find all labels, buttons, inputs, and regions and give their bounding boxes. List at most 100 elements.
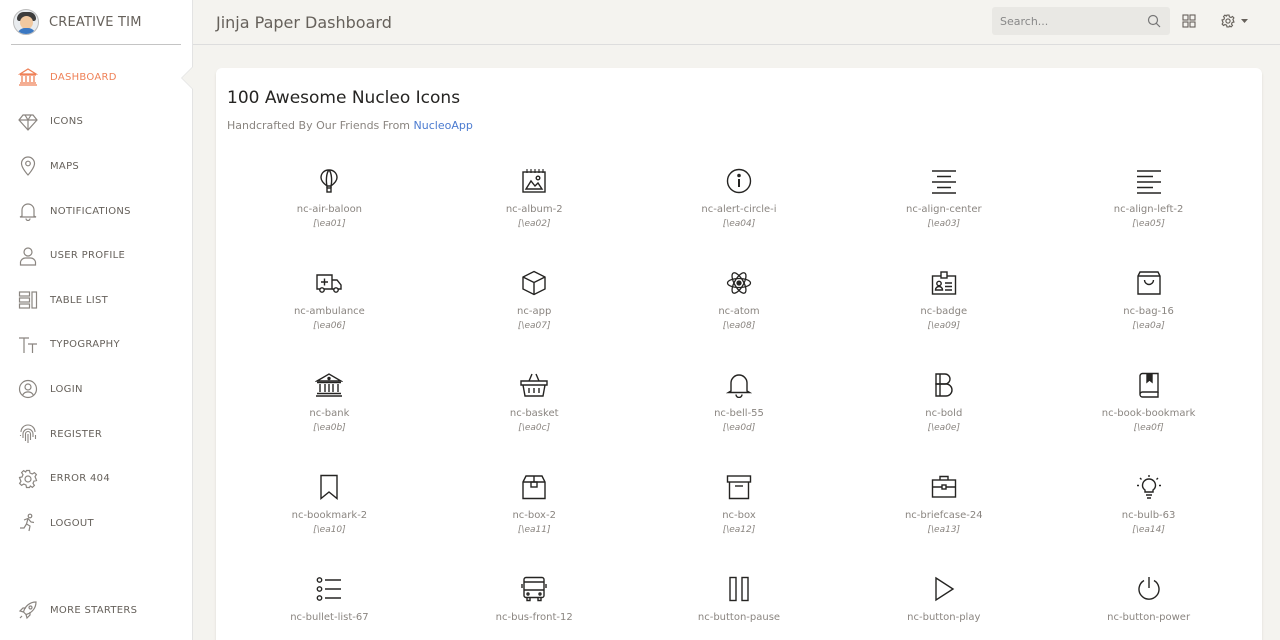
dashboard-grid-icon[interactable] <box>1182 14 1196 28</box>
sidebar-item-label: USER PROFILE <box>50 250 126 262</box>
icon-name: nc-album-2 <box>505 204 563 215</box>
icon-name: nc-bulb-63 <box>1121 510 1176 521</box>
sidebar-item-dashboard[interactable]: DASHBOARD <box>0 55 193 100</box>
search-icon[interactable] <box>1147 14 1161 28</box>
sidebar-item-icons[interactable]: ICONS <box>0 100 192 145</box>
sidebar-item-typography[interactable]: TYPOGRAPHY <box>0 323 192 368</box>
align-center-icon <box>929 166 959 196</box>
sidebar-item-label: TYPOGRAPHY <box>50 339 120 351</box>
icon-name: nc-book-bookmark <box>1101 408 1196 419</box>
pin-icon <box>18 156 38 177</box>
icon-code: [\ea07] <box>517 321 551 331</box>
icon-item-align-center[interactable]: nc-align-center [\ea03] <box>841 162 1046 264</box>
icon-item-air-baloon[interactable]: nc-air-baloon [\ea01] <box>227 162 432 264</box>
icon-name: nc-badge <box>920 306 968 317</box>
sidebar-item-notifications[interactable]: NOTIFICATIONS <box>0 189 192 234</box>
icon-name: nc-alert-circle-i <box>701 204 777 215</box>
bookmark-icon <box>314 472 344 502</box>
album-icon <box>519 166 549 196</box>
icon-item-button-pause[interactable]: nc-button-pause <box>637 570 842 640</box>
icon-item-button-play[interactable]: nc-button-play <box>841 570 1046 640</box>
icon-item-bank[interactable]: nc-bank [\ea0b] <box>227 366 432 468</box>
sidebar-item-more-starters[interactable]: MORE STARTERS <box>18 600 137 620</box>
icon-item-bus-front-12[interactable]: nc-bus-front-12 <box>432 570 637 640</box>
sidebar-item-label: LOGOUT <box>50 517 94 529</box>
card-title: 100 Awesome Nucleo Icons <box>227 88 461 108</box>
rocket-icon <box>18 600 38 620</box>
sidebar-item-label: NOTIFICATIONS <box>50 205 131 217</box>
icon-item-album-2[interactable]: nc-album-2 [\ea02] <box>432 162 637 264</box>
nucleoapp-link[interactable]: NucleoApp <box>414 119 473 132</box>
icon-code: [\ea04] <box>722 219 756 229</box>
icon-item-bold[interactable]: nc-bold [\ea0e] <box>841 366 1046 468</box>
brand[interactable]: CREATIVE TIM <box>11 0 181 45</box>
icon-item-basket[interactable]: nc-basket [\ea0c] <box>432 366 637 468</box>
atom-icon <box>724 268 754 298</box>
icon-item-app[interactable]: nc-app [\ea07] <box>432 264 637 366</box>
align-left-icon <box>1134 166 1164 196</box>
icon-code: [\ea03] <box>927 219 961 229</box>
sidebar-item-label: LOGIN <box>50 383 83 395</box>
sidebar-nav: DASHBOARD ICONS MAPS NOTIFICATIONS USER … <box>0 55 193 546</box>
sidebar-item-label: DASHBOARD <box>50 71 117 83</box>
brand-name: CREATIVE TIM <box>49 14 142 30</box>
icon-code: [\ea02] <box>517 219 551 229</box>
icon-code: [\ea11] <box>517 525 551 535</box>
icon-name: nc-bell-55 <box>714 408 764 419</box>
caps-icon <box>18 335 38 355</box>
ambulance-icon <box>314 268 344 298</box>
sidebar-item-logout[interactable]: LOGOUT <box>0 501 192 546</box>
icon-name: nc-app <box>517 306 552 317</box>
icon-name: nc-bullet-list-67 <box>290 612 369 623</box>
gear-icon <box>18 469 38 489</box>
icon-item-badge[interactable]: nc-badge [\ea09] <box>841 264 1046 366</box>
icon-item-bag-16[interactable]: nc-bag-16 [\ea0a] <box>1046 264 1251 366</box>
bell-icon <box>18 201 38 222</box>
sidebar-item-error-404[interactable]: ERROR 404 <box>0 456 192 501</box>
icon-code: [\ea0f] <box>1133 423 1164 433</box>
icon-item-ambulance[interactable]: nc-ambulance [\ea06] <box>227 264 432 366</box>
runner-icon <box>18 513 38 533</box>
sidebar: CREATIVE TIM DASHBOARD ICONS MAPS NOTIFI… <box>0 0 193 640</box>
air-baloon-icon <box>314 166 344 196</box>
bullet-list-icon <box>314 574 344 604</box>
icon-name: nc-ambulance <box>293 306 365 317</box>
icon-item-atom[interactable]: nc-atom [\ea08] <box>637 264 842 366</box>
sidebar-item-table-list[interactable]: TABLE LIST <box>0 278 192 323</box>
icon-item-alert-circle-i[interactable]: nc-alert-circle-i [\ea04] <box>637 162 842 264</box>
icon-grid: nc-air-baloon [\ea01] nc-album-2 [\ea02]… <box>227 162 1251 640</box>
icon-item-bookmark-2[interactable]: nc-bookmark-2 [\ea10] <box>227 468 432 570</box>
icon-code: [\ea06] <box>313 321 346 331</box>
briefcase-icon <box>929 472 959 502</box>
icon-code: [\ea12] <box>722 525 756 535</box>
icon-item-align-left-2[interactable]: nc-align-left-2 [\ea05] <box>1046 162 1251 264</box>
icon-code: [\ea0d] <box>722 423 756 433</box>
fingerprint-icon <box>18 424 38 444</box>
play-icon <box>929 574 959 604</box>
sidebar-item-user-profile[interactable]: USER PROFILE <box>0 233 192 278</box>
icon-name: nc-bus-front-12 <box>495 612 573 623</box>
bank-icon <box>18 67 38 87</box>
power-icon <box>1134 574 1164 604</box>
settings-dropdown[interactable] <box>1221 14 1248 28</box>
sidebar-item-maps[interactable]: MAPS <box>0 144 192 189</box>
icon-item-bulb-63[interactable]: nc-bulb-63 [\ea14] <box>1046 468 1251 570</box>
icon-code: [\ea13] <box>927 525 961 535</box>
icon-item-box-2[interactable]: nc-box-2 [\ea11] <box>432 468 637 570</box>
search-box <box>992 7 1170 35</box>
search-input[interactable] <box>992 14 1137 28</box>
icon-name: nc-button-power <box>1107 612 1191 623</box>
icon-item-briefcase-24[interactable]: nc-briefcase-24 [\ea13] <box>841 468 1046 570</box>
icon-name: nc-button-play <box>907 612 981 623</box>
icon-item-button-power[interactable]: nc-button-power <box>1046 570 1251 640</box>
icon-item-bell-55[interactable]: nc-bell-55 [\ea0d] <box>637 366 842 468</box>
sidebar-item-label: REGISTER <box>50 428 103 440</box>
top-navbar: Jinja Paper Dashboard <box>193 0 1280 45</box>
icon-item-box[interactable]: nc-box [\ea12] <box>637 468 842 570</box>
sidebar-item-register[interactable]: REGISTER <box>0 412 192 457</box>
icons-card: 100 Awesome Nucleo Icons Handcrafted By … <box>216 68 1262 640</box>
icon-item-bullet-list-67[interactable]: nc-bullet-list-67 <box>227 570 432 640</box>
icon-item-book-bookmark[interactable]: nc-book-bookmark [\ea0f] <box>1046 366 1251 468</box>
sidebar-item-login[interactable]: LOGIN <box>0 367 192 412</box>
badge-icon <box>929 268 959 298</box>
